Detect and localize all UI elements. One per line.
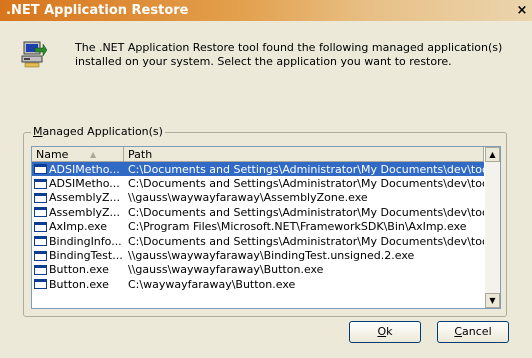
close-icon[interactable]: × [514,0,530,21]
row-path: C:\Documents and Settings\Administrator\… [128,205,484,219]
ok-button[interactable]: Ok [349,321,421,343]
list-row[interactable]: BindingTest... \\gauss\waywayfaraway\Bin… [32,248,484,262]
cancel-label-rest: ancel [462,325,492,338]
exe-window-icon [34,236,47,247]
exe-window-icon [34,207,47,218]
group-label: Managed Application(s) [31,125,165,138]
scroll-down-icon[interactable]: ▼ [485,293,500,308]
list-row[interactable]: Button.exe C:\waywayfaraway\Button.exe [32,277,484,291]
row-path: C:\waywayfaraway\Button.exe [128,277,296,291]
exe-window-icon [34,192,47,203]
column-header-path-label: Path [128,148,153,161]
group-label-accesskey: M [33,125,43,138]
exe-window-icon [34,279,47,290]
row-path: C:\Documents and Settings\Administrator\… [128,234,484,248]
exe-window-icon [34,264,47,275]
list-rows: ADSIMetho... C:\Documents and Settings\A… [32,162,484,292]
row-name: Button.exe [49,263,109,277]
list-row[interactable]: AssemblyZ... C:\Documents and Settings\A… [32,205,484,219]
exe-window-icon [34,250,47,261]
group-label-rest: anaged Application(s) [42,125,163,138]
computer-restore-icon [21,41,47,68]
list-row[interactable]: AssemblyZ... \\gauss\waywayfaraway\Assem… [32,191,484,205]
row-path: C:\Documents and Settings\Administrator\… [128,162,484,176]
vertical-scrollbar[interactable]: ▲ ▼ [485,147,500,308]
window-title: .NET Application Restore [6,3,189,18]
list-header: Name ▲ Path [32,147,484,162]
row-name: AssemblyZ... [49,205,121,219]
applications-list[interactable]: Name ▲ Path ADSIMetho... C:\Documents an… [31,146,501,309]
cancel-accesskey: C [454,325,463,338]
row-path: C:\Program Files\Microsoft.NET\Framework… [128,220,467,234]
row-name: AxImp.exe [49,220,107,234]
row-name: Button.exe [49,277,109,291]
intro-text: The .NET Application Restore tool found … [75,41,515,69]
exe-window-icon [34,221,47,232]
row-name: BindingInfo... [49,234,122,248]
row-path: C:\Documents and Settings\Administrator\… [128,177,484,191]
column-header-name-label: Name [36,148,69,161]
row-name: ADSIMetho... [49,177,120,191]
sort-ascending-icon: ▲ [90,150,97,159]
row-path: \\gauss\waywayfaraway\AssemblyZone.exe [128,191,368,205]
list-row[interactable]: ADSIMetho... C:\Documents and Settings\A… [32,176,484,190]
row-name: BindingTest... [49,249,123,263]
intro-line-2: installed on your system. Select the app… [75,55,452,68]
row-name: AssemblyZ... [49,191,121,205]
list-row[interactable]: Button.exe \\gauss\waywayfaraway\Button.… [32,263,484,277]
scroll-up-icon[interactable]: ▲ [485,147,500,162]
list-row[interactable]: AxImp.exe C:\Program Files\Microsoft.NET… [32,220,484,234]
row-path: \\gauss\waywayfaraway\Button.exe [128,263,324,277]
exe-window-icon [34,178,47,189]
column-header-name[interactable]: Name ▲ [32,147,124,162]
list-row[interactable]: ADSIMetho... C:\Documents and Settings\A… [32,162,484,177]
cancel-button[interactable]: Cancel [437,321,509,343]
ok-accesskey: O [377,325,387,338]
row-name: ADSIMetho... [49,162,120,176]
exe-window-icon [34,164,47,175]
intro-line-1: The .NET Application Restore tool found … [75,41,503,54]
column-header-path[interactable]: Path [124,147,484,162]
list-row[interactable]: BindingInfo... C:\Documents and Settings… [32,234,484,248]
ok-label-rest: k [386,325,393,338]
row-path: \\gauss\waywayfaraway\BindingTest.unsign… [128,249,415,263]
title-bar: .NET Application Restore × [0,0,532,21]
